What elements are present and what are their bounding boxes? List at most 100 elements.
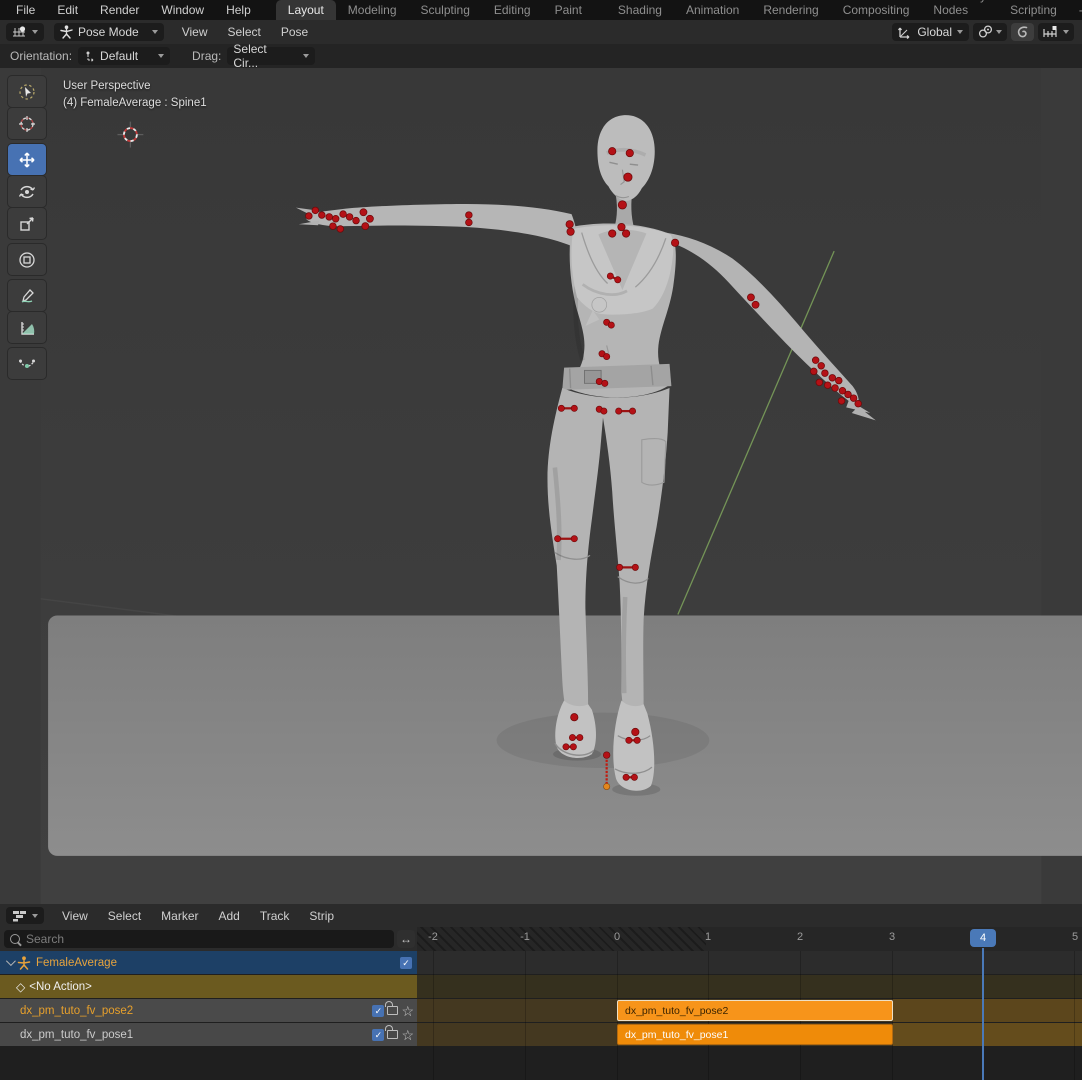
gizmo-axis-icon bbox=[84, 50, 95, 63]
pivot-point-icon bbox=[978, 25, 993, 39]
solo-star-icon[interactable]: ☆ bbox=[401, 1004, 414, 1018]
snapping-dropdown[interactable] bbox=[1038, 23, 1074, 41]
tool-pose-breakdowner[interactable] bbox=[8, 348, 46, 379]
orientation-label: Orientation: bbox=[10, 49, 72, 63]
chevron-down-icon bbox=[32, 914, 38, 918]
nla-editor-type-button[interactable] bbox=[6, 907, 44, 924]
tool-measure[interactable] bbox=[8, 312, 46, 343]
track-row-femaleaverage[interactable]: FemaleAverage ✓ bbox=[0, 951, 417, 974]
playhead-line[interactable] bbox=[982, 948, 984, 1080]
nla-menu-select[interactable]: Select bbox=[98, 909, 151, 923]
tab-texture-paint[interactable]: Texture Paint bbox=[543, 0, 606, 20]
chevron-down-icon bbox=[32, 30, 38, 34]
tool-select-tweak[interactable] bbox=[8, 76, 46, 107]
nla-filter-row: Search ↔ bbox=[0, 927, 417, 951]
frame-gridline bbox=[433, 951, 434, 1080]
transform-orientation-dropdown[interactable]: Global bbox=[892, 23, 969, 41]
viewport-editor-icon bbox=[12, 26, 27, 39]
mode-selector[interactable]: Pose Mode bbox=[54, 23, 164, 41]
add-workspace-button[interactable]: + bbox=[1069, 1, 1082, 20]
tab-layout[interactable]: Layout bbox=[276, 0, 336, 20]
nla-menu-marker[interactable]: Marker bbox=[151, 909, 208, 923]
tool-rotate[interactable] bbox=[8, 176, 46, 207]
menu-help[interactable]: Help bbox=[215, 0, 262, 20]
strip-hold-region bbox=[893, 1023, 1082, 1046]
tool-move[interactable] bbox=[8, 144, 46, 175]
drag-select[interactable]: Select Cir... bbox=[227, 47, 315, 65]
ruler-tick: -2 bbox=[428, 931, 438, 943]
nla-header: View Select Marker Add Track Strip bbox=[0, 904, 1082, 928]
track-row-pose2[interactable]: dx_pm_tuto_fv_pose2 ✓ ☆ bbox=[0, 999, 417, 1022]
track-name: dx_pm_tuto_fv_pose1 bbox=[20, 1029, 133, 1041]
armature-icon bbox=[17, 956, 31, 970]
nla-editor: View Select Marker Add Track Strip Searc… bbox=[0, 904, 1082, 1080]
expand-chevron-icon[interactable] bbox=[6, 956, 16, 966]
current-frame-badge[interactable]: 4 bbox=[970, 929, 996, 947]
orientation-select[interactable]: Default bbox=[78, 47, 170, 65]
track-name: FemaleAverage bbox=[36, 957, 117, 969]
drag-select-value: Select Cir... bbox=[233, 42, 293, 70]
orientation-select-value: Default bbox=[100, 49, 138, 63]
track-enable-checkbox[interactable]: ✓ bbox=[372, 1005, 384, 1017]
ruler-tick: 1 bbox=[705, 931, 711, 943]
blender-window: File Edit Render Window Help Layout Mode… bbox=[0, 0, 1082, 1080]
filter-toggle-button[interactable]: ↔ bbox=[397, 930, 415, 948]
tab-scripting[interactable]: Scripting bbox=[998, 0, 1069, 20]
viewport-3d[interactable]: User Perspective (4) FemaleAverage : Spi… bbox=[0, 68, 1082, 904]
view-perspective-label: User Perspective bbox=[63, 78, 207, 95]
tool-transform[interactable] bbox=[8, 244, 46, 275]
tool-scale[interactable] bbox=[8, 208, 46, 239]
workspace-tabs: Layout Modeling Sculpting UV Editing Tex… bbox=[276, 0, 1082, 20]
search-input[interactable]: Search bbox=[4, 930, 394, 948]
strip-label: dx_pm_tuto_fv_pose2 bbox=[625, 1005, 728, 1017]
track-enable-checkbox[interactable]: ✓ bbox=[372, 1029, 384, 1041]
nla-menu-strip[interactable]: Strip bbox=[299, 909, 344, 923]
frame-gridline bbox=[525, 951, 526, 1080]
ruler-tick: 0 bbox=[614, 931, 620, 943]
nla-editor-icon bbox=[12, 910, 27, 922]
menu-window[interactable]: Window bbox=[150, 0, 215, 20]
track-row-no-action[interactable]: ◇ <No Action> bbox=[0, 975, 417, 998]
tab-geometry-nodes[interactable]: Geometry Nodes bbox=[921, 0, 998, 20]
viewport-menu-pose[interactable]: Pose bbox=[271, 25, 318, 39]
menu-edit[interactable]: Edit bbox=[46, 0, 89, 20]
chevron-down-icon bbox=[996, 30, 1002, 34]
unlock-icon[interactable] bbox=[387, 1030, 398, 1039]
chevron-down-icon bbox=[152, 30, 158, 34]
tool-annotate[interactable] bbox=[8, 280, 46, 311]
nla-menu-view[interactable]: View bbox=[52, 909, 98, 923]
tab-uv-editing[interactable]: UV Editing bbox=[482, 0, 543, 20]
proportional-editing-button[interactable] bbox=[1011, 23, 1034, 41]
tool-cursor[interactable] bbox=[8, 108, 46, 139]
orientation-value: Global bbox=[917, 25, 952, 39]
tab-modeling[interactable]: Modeling bbox=[336, 0, 409, 20]
nla-menu-track[interactable]: Track bbox=[250, 909, 300, 923]
ruler-tick: 5 bbox=[1072, 931, 1078, 943]
frame-gridline bbox=[1074, 951, 1075, 1080]
tab-animation[interactable]: Animation bbox=[674, 0, 751, 20]
nla-menu-add[interactable]: Add bbox=[209, 909, 250, 923]
track-row-pose1[interactable]: dx_pm_tuto_fv_pose1 ✓ ☆ bbox=[0, 1023, 417, 1046]
viewport-menu-select[interactable]: Select bbox=[218, 25, 271, 39]
tab-sculpting[interactable]: Sculpting bbox=[409, 0, 482, 20]
nla-strip-pose1[interactable]: dx_pm_tuto_fv_pose1 bbox=[617, 1024, 893, 1045]
tab-shading[interactable]: Shading bbox=[606, 0, 674, 20]
nla-strip-pose2[interactable]: dx_pm_tuto_fv_pose2 bbox=[617, 1000, 893, 1021]
tab-compositing[interactable]: Compositing bbox=[831, 0, 922, 20]
viewport-menu-view[interactable]: View bbox=[172, 25, 218, 39]
menu-render[interactable]: Render bbox=[89, 0, 150, 20]
solo-star-icon[interactable]: ☆ bbox=[401, 1028, 414, 1042]
scene-canvas[interactable] bbox=[0, 68, 1082, 904]
action-icon: ◇ bbox=[16, 980, 25, 994]
track-enable-checkbox[interactable]: ✓ bbox=[400, 957, 412, 969]
chevron-down-icon bbox=[957, 30, 963, 34]
editor-type-button[interactable] bbox=[6, 23, 44, 41]
tab-rendering[interactable]: Rendering bbox=[751, 0, 830, 20]
search-placeholder: Search bbox=[26, 932, 64, 946]
mode-label: Pose Mode bbox=[78, 25, 139, 39]
menu-file[interactable]: File bbox=[5, 0, 46, 20]
tool-settings-bar: Orientation: Default Drag: Select Cir... bbox=[0, 44, 1082, 69]
pivot-point-dropdown[interactable] bbox=[973, 23, 1007, 41]
strip-hold-region bbox=[893, 999, 1082, 1022]
unlock-icon[interactable] bbox=[387, 1006, 398, 1015]
